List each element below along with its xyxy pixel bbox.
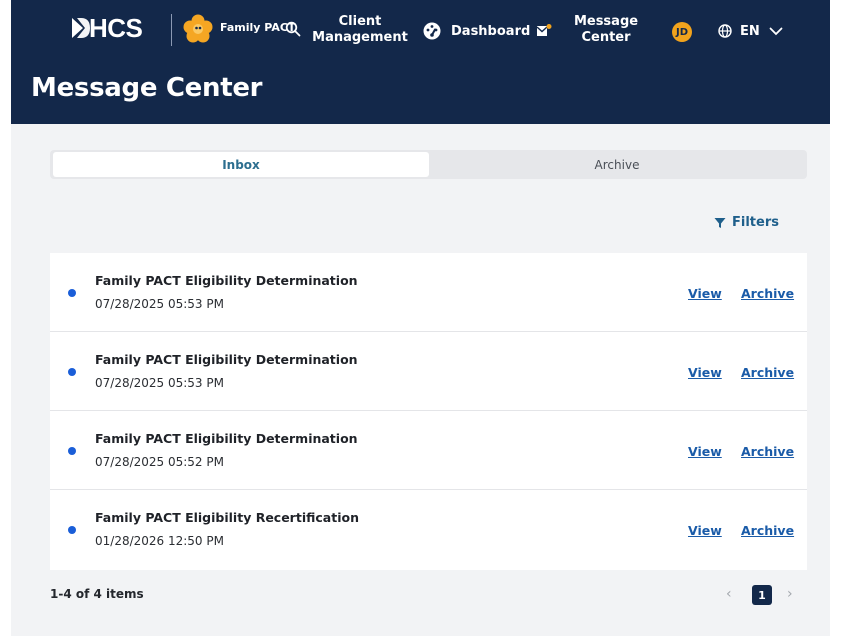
nav-dashboard[interactable]: Dashboard xyxy=(451,24,530,40)
tab-archive[interactable]: Archive xyxy=(429,152,805,177)
unread-dot-icon xyxy=(68,289,76,297)
message-title: Family PACT Eligibility Determination xyxy=(95,431,358,446)
nav-message-center-line2: Center xyxy=(581,30,631,45)
app-frame: HCS Family PACT Client Management Dashbo… xyxy=(11,0,830,636)
message-list: Family PACT Eligibility Determination 07… xyxy=(50,253,807,570)
page-header-band: Message Center xyxy=(11,58,830,124)
filters-button[interactable]: Filters xyxy=(714,215,779,230)
unread-dot-icon xyxy=(68,526,76,534)
message-tabs: Inbox Archive xyxy=(50,150,807,179)
message-row: Family PACT Eligibility Recertification … xyxy=(50,490,807,570)
unread-dot-icon xyxy=(68,368,76,376)
archive-link[interactable]: Archive xyxy=(741,365,794,380)
view-link[interactable]: View xyxy=(688,444,722,459)
nav-client-management-line1: Client xyxy=(338,14,382,29)
nav-client-management[interactable]: Client Management xyxy=(312,14,408,46)
message-date: 07/28/2025 05:53 PM xyxy=(95,376,224,390)
message-date: 01/28/2026 12:50 PM xyxy=(95,534,224,548)
message-title: Family PACT Eligibility Recertification xyxy=(95,510,359,525)
filters-label: Filters xyxy=(732,215,779,230)
funnel-filter-icon xyxy=(714,217,726,228)
message-row: Family PACT Eligibility Determination 07… xyxy=(50,332,807,411)
view-link[interactable]: View xyxy=(688,523,722,538)
pagination-page-1[interactable]: 1 xyxy=(752,585,772,605)
tab-inbox[interactable]: Inbox xyxy=(53,152,429,177)
archive-link[interactable]: Archive xyxy=(741,286,794,301)
nav-message-center-line1: Message xyxy=(573,14,639,29)
archive-link[interactable]: Archive xyxy=(741,523,794,538)
family-pact-flower-icon xyxy=(183,14,213,43)
nav-message-center[interactable]: Message Center xyxy=(566,14,646,46)
message-row: Family PACT Eligibility Determination 07… xyxy=(50,253,807,332)
archive-link[interactable]: Archive xyxy=(741,444,794,459)
view-link[interactable]: View xyxy=(688,365,722,380)
nav-client-management-line2: Management xyxy=(312,30,408,45)
header-divider xyxy=(171,14,172,46)
dashboard-gauge-icon xyxy=(423,22,441,40)
top-navigation-bar: HCS Family PACT Client Management Dashbo… xyxy=(11,0,830,58)
page-title: Message Center xyxy=(31,73,263,103)
search-icon[interactable] xyxy=(285,21,301,37)
user-avatar[interactable]: JD xyxy=(672,22,692,42)
chevron-down-icon[interactable] xyxy=(769,27,783,36)
mail-notification-icon[interactable] xyxy=(534,24,552,38)
message-row: Family PACT Eligibility Determination 07… xyxy=(50,411,807,490)
globe-icon xyxy=(718,24,732,38)
unread-dot-icon xyxy=(68,447,76,455)
message-title: Family PACT Eligibility Determination xyxy=(95,352,358,367)
message-date: 07/28/2025 05:53 PM xyxy=(95,297,224,311)
language-selector[interactable]: EN xyxy=(740,24,760,39)
dhcs-logo-mark-icon xyxy=(72,18,90,38)
message-date: 07/28/2025 05:52 PM xyxy=(95,455,224,469)
logo-text: HCS xyxy=(89,13,143,43)
pagination-next-icon[interactable]: › xyxy=(787,586,793,602)
pagination-summary: 1-4 of 4 items xyxy=(50,587,144,601)
dhcs-logo[interactable]: HCS xyxy=(71,13,143,43)
message-title: Family PACT Eligibility Determination xyxy=(95,273,358,288)
view-link[interactable]: View xyxy=(688,286,722,301)
pagination-prev-icon[interactable]: ‹ xyxy=(726,586,732,602)
